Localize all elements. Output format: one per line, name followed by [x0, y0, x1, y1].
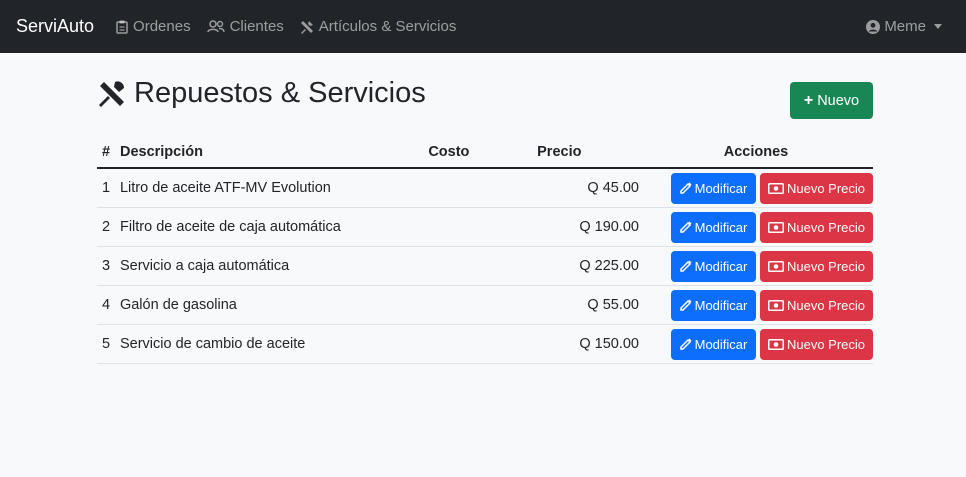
items-table: # Descripción Costo Precio Acciones 1 Li… — [97, 137, 873, 364]
clipboard-icon — [116, 20, 128, 34]
plus-icon: + — [803, 91, 814, 109]
modify-button[interactable]: Modificar — [671, 289, 756, 321]
pencil-icon — [679, 338, 692, 350]
main-container: Repuestos & Servicios + Nuevo # Descripc… — [97, 53, 873, 364]
brand-logo[interactable]: ServiAuto — [16, 16, 94, 37]
nav-link-label: Ordenes — [133, 18, 191, 35]
pencil-icon — [679, 299, 692, 311]
modify-button[interactable]: Modificar — [671, 211, 756, 243]
col-actions-header: Acciones — [639, 137, 873, 169]
col-cost-header: Costo — [428, 137, 529, 169]
modify-label: Modificar — [694, 258, 748, 274]
tools-icon — [99, 80, 124, 107]
row-price: Q 55.00 — [528, 285, 639, 325]
modify-label: Modificar — [694, 180, 748, 196]
new-price-button[interactable]: Nuevo Precio — [760, 328, 873, 360]
money-bill-icon — [767, 299, 784, 311]
row-description: Servicio a caja automática — [119, 246, 429, 286]
row-actions: Modificar Nuevo Precio — [639, 246, 873, 286]
nav-link-clientes[interactable]: Clientes — [206, 18, 284, 35]
new-price-label: Nuevo Precio — [786, 180, 866, 196]
modify-button[interactable]: Modificar — [671, 250, 756, 282]
new-item-button[interactable]: + Nuevo — [790, 82, 873, 119]
row-actions: Modificar Nuevo Precio — [639, 285, 873, 325]
row-description: Filtro de aceite de caja automática — [119, 207, 429, 247]
modify-button[interactable]: Modificar — [671, 328, 756, 360]
nav-link-label: Artículos & Servicios — [318, 18, 457, 35]
nav-link-ordenes[interactable]: Ordenes — [116, 18, 191, 35]
row-cost — [428, 246, 529, 286]
user-circle-icon — [866, 19, 881, 34]
row-cost — [428, 207, 529, 247]
chevron-down-icon — [934, 24, 942, 29]
row-cost — [428, 168, 529, 208]
row-actions: Modificar Nuevo Precio — [639, 207, 873, 247]
money-bill-icon — [767, 260, 784, 272]
page-title-text: Repuestos & Servicios — [134, 77, 426, 109]
money-bill-icon — [767, 182, 784, 194]
pencil-icon — [679, 182, 692, 194]
table-row: 1 Litro de aceite ATF-MV Evolution Q 45.… — [97, 168, 873, 208]
nav-link-label: Clientes — [229, 18, 284, 35]
users-icon — [206, 20, 225, 33]
new-price-button[interactable]: Nuevo Precio — [760, 172, 873, 204]
new-price-button[interactable]: Nuevo Precio — [760, 211, 873, 243]
modify-label: Modificar — [694, 336, 748, 352]
table-header-row: # Descripción Costo Precio Acciones — [97, 137, 873, 169]
row-actions: Modificar Nuevo Precio — [639, 168, 873, 208]
tools-icon — [300, 20, 313, 34]
page-title: Repuestos & Servicios — [97, 77, 426, 110]
row-num: 1 — [97, 168, 120, 208]
row-description: Galón de gasolina — [119, 285, 429, 325]
col-num-header: # — [97, 137, 120, 169]
row-num: 2 — [97, 207, 120, 247]
row-cost — [428, 324, 529, 364]
row-price: Q 225.00 — [528, 246, 639, 286]
table-row: 3 Servicio a caja automática Q 225.00 Mo… — [97, 246, 873, 286]
table-row: 2 Filtro de aceite de caja automática Q … — [97, 207, 873, 247]
row-num: 5 — [97, 324, 120, 364]
new-item-label: Nuevo — [817, 92, 860, 109]
new-price-button[interactable]: Nuevo Precio — [760, 250, 873, 282]
modify-label: Modificar — [694, 297, 748, 313]
row-price: Q 190.00 — [528, 207, 639, 247]
new-price-label: Nuevo Precio — [786, 219, 866, 235]
row-cost — [428, 285, 529, 325]
nav-link-articulos[interactable]: Artículos & Servicios — [300, 18, 457, 35]
row-num: 3 — [97, 246, 120, 286]
new-price-label: Nuevo Precio — [786, 297, 866, 313]
new-price-label: Nuevo Precio — [786, 336, 866, 352]
top-navbar: ServiAuto Ordenes Clientes Artículos & S… — [0, 0, 966, 53]
pencil-icon — [679, 221, 692, 233]
user-menu[interactable]: Meme — [866, 18, 942, 35]
row-actions: Modificar Nuevo Precio — [639, 324, 873, 364]
modify-button[interactable]: Modificar — [671, 172, 756, 204]
money-bill-icon — [767, 221, 784, 233]
table-row: 4 Galón de gasolina Q 55.00 Modificar Nu… — [97, 285, 873, 325]
new-price-label: Nuevo Precio — [786, 258, 866, 274]
modify-label: Modificar — [694, 219, 748, 235]
money-bill-icon — [767, 338, 784, 350]
row-description: Servicio de cambio de aceite — [119, 324, 429, 364]
row-description: Litro de aceite ATF-MV Evolution — [119, 168, 429, 208]
col-desc-header: Descripción — [119, 137, 429, 169]
row-num: 4 — [97, 285, 120, 325]
row-price: Q 150.00 — [528, 324, 639, 364]
row-price: Q 45.00 — [528, 168, 639, 208]
table-row: 5 Servicio de cambio de aceite Q 150.00 … — [97, 324, 873, 364]
new-price-button[interactable]: Nuevo Precio — [760, 289, 873, 321]
col-price-header: Precio — [528, 137, 639, 169]
user-name: Meme — [884, 18, 926, 35]
pencil-icon — [679, 260, 692, 272]
page-header: Repuestos & Servicios + Nuevo — [97, 53, 873, 137]
